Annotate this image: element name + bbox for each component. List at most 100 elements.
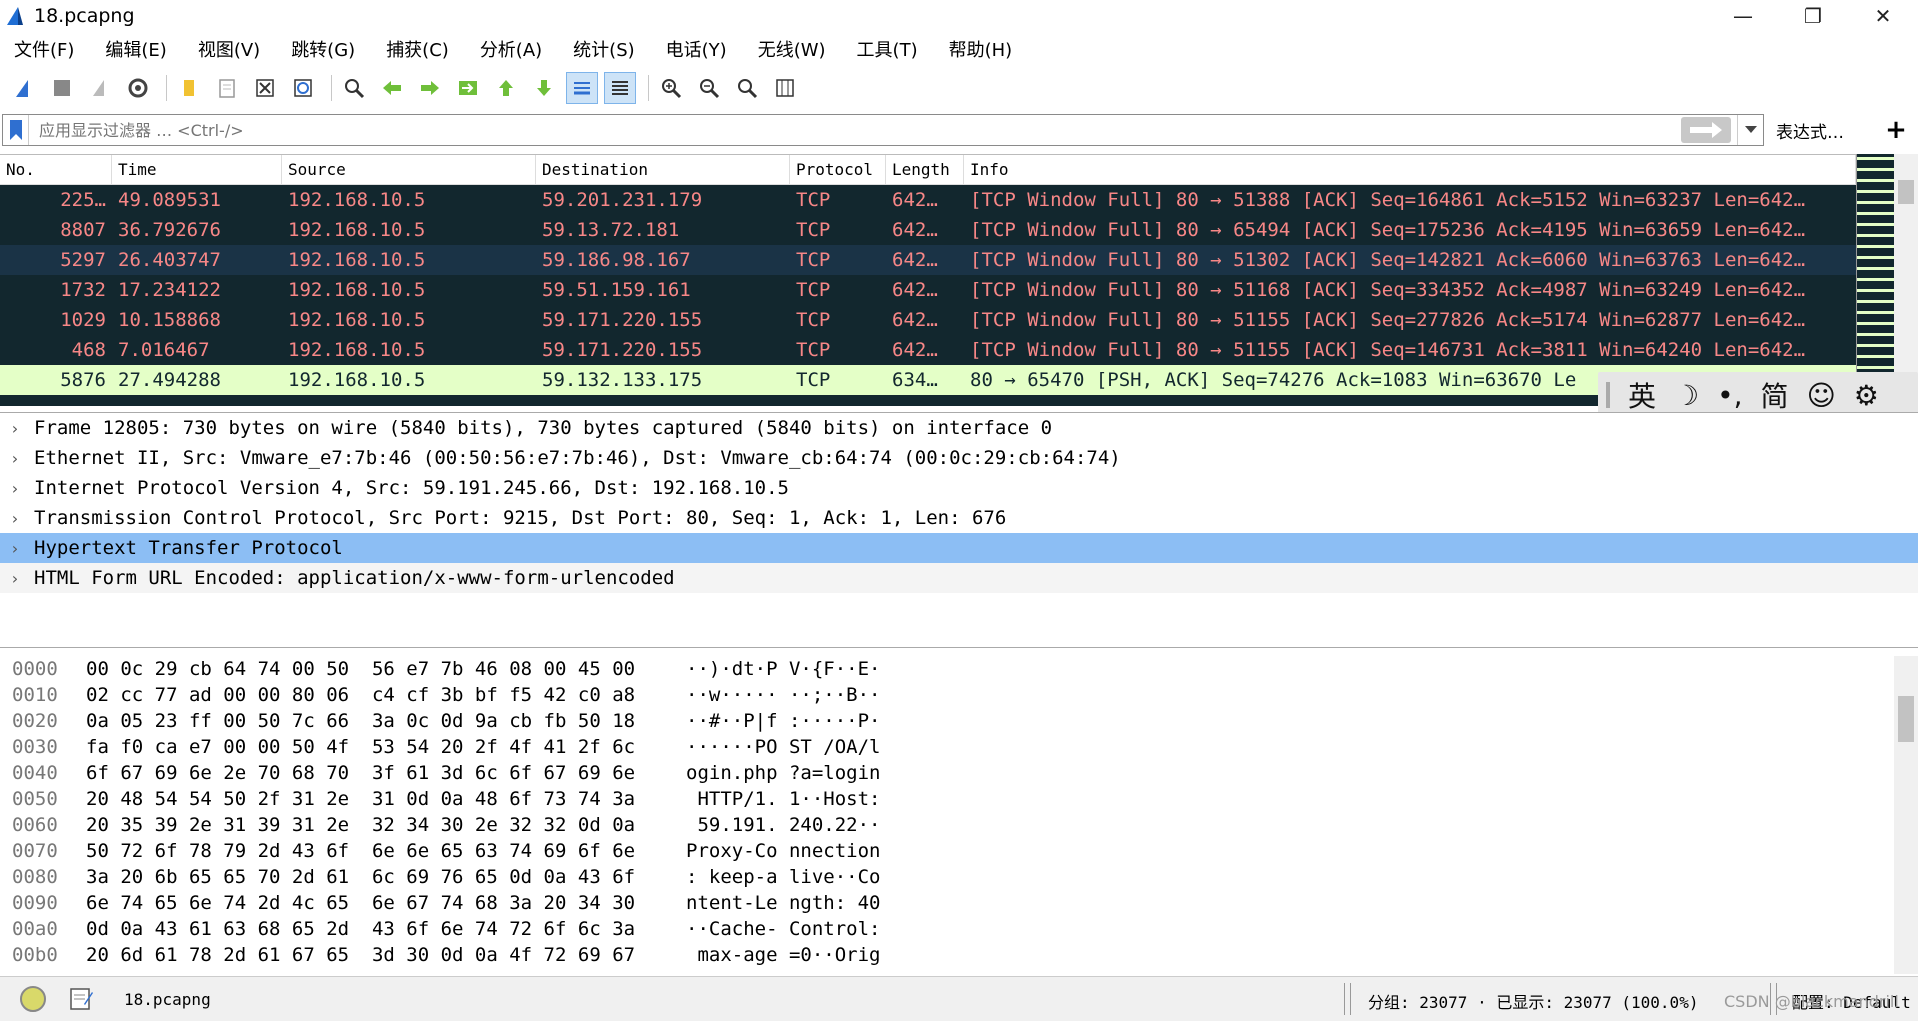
menu-item-4[interactable]: 捕获(C) <box>386 36 449 62</box>
expand-chevron-icon[interactable]: › <box>10 419 34 438</box>
stop-capture-button[interactable] <box>46 72 78 104</box>
packet-row[interactable]: 5876 27.494288 192.168.10.5 59.132.133.175 T… <box>0 365 1856 395</box>
hex-row[interactable]: 0020 0a 05 23 ff 00 50 7c 66 3a 0c 0d 9a … <box>0 708 1894 734</box>
colorize-button[interactable] <box>604 72 636 104</box>
bytes-pane-scrollbar[interactable] <box>1894 656 1918 974</box>
menu-item-9[interactable]: 工具(T) <box>857 36 918 62</box>
packet-row[interactable]: 468 7.016467 192.168.10.5 59.171.220.155 TCP… <box>0 335 1856 365</box>
partial-packet-row[interactable] <box>0 395 1856 406</box>
menu-item-8[interactable]: 无线(W) <box>758 36 826 62</box>
menu-item-2[interactable]: 视图(V) <box>198 36 260 62</box>
menu-item-7[interactable]: 电话(Y) <box>666 36 727 62</box>
go-forward-button[interactable] <box>414 72 446 104</box>
hex-row[interactable]: 0070 50 72 6f 78 79 2d 43 6f 6e 6e 65 63 … <box>0 838 1894 864</box>
col-header-protocol[interactable]: Protocol <box>790 155 886 185</box>
resize-columns-button[interactable] <box>769 72 801 104</box>
detail-tree-item[interactable]: › HTML Form URL Encoded: application/x-ww… <box>0 563 1918 593</box>
scrollbar-thumb[interactable] <box>1898 180 1914 204</box>
first-packet-button[interactable] <box>490 72 522 104</box>
expand-chevron-icon[interactable]: › <box>10 479 34 498</box>
restart-capture-button[interactable] <box>84 72 116 104</box>
ime-grip-handle[interactable] <box>1606 382 1610 408</box>
capture-comment-icon[interactable] <box>68 986 94 1012</box>
punctuation-icon[interactable]: •, <box>1717 379 1742 412</box>
col-header-length[interactable]: Length <box>886 155 964 185</box>
col-header-info[interactable]: Info <box>964 155 1856 185</box>
detail-tree-item[interactable]: › Transmission Control Protocol, Src Port… <box>0 503 1918 533</box>
col-header-source[interactable]: Source <box>282 155 536 185</box>
capture-options-button[interactable] <box>122 72 154 104</box>
reload-file-button[interactable] <box>287 72 319 104</box>
ime-settings-gear-icon[interactable]: ⚙ <box>1854 379 1879 412</box>
detail-tree-item[interactable]: › Hypertext Transfer Protocol <box>0 533 1918 563</box>
menu-item-3[interactable]: 跳转(G) <box>291 36 355 62</box>
menu-item-1[interactable]: 编辑(E) <box>105 36 166 62</box>
menu-item-6[interactable]: 统计(S) <box>573 36 634 62</box>
hex-row[interactable]: 0040 6f 67 69 6e 2e 70 68 70 3f 61 3d 6c … <box>0 760 1894 786</box>
packet-row[interactable]: 225… 49.089531 192.168.10.5 59.201.231.179 T… <box>0 185 1856 215</box>
expression-button[interactable]: 表达式… <box>1776 118 1844 143</box>
watermark-text: CSDN @blackmandrill <box>1724 992 1899 1011</box>
packet-list-scrollbar[interactable] <box>1894 154 1918 406</box>
filter-bookmark-button[interactable] <box>3 115 29 145</box>
last-packet-button[interactable] <box>528 72 560 104</box>
packet-cell-src: 192.168.10.5 <box>288 339 426 361</box>
normal-size-button[interactable] <box>731 72 763 104</box>
packet-cell-no: 468 <box>71 339 106 361</box>
col-header-time[interactable]: Time <box>112 155 282 185</box>
file-set-button[interactable] <box>211 72 243 104</box>
hex-bytes: 3a 20 6b 65 65 70 2d 61 6c 69 76 65 0d 0… <box>86 866 636 888</box>
expert-info-led-icon[interactable] <box>20 986 46 1012</box>
packet-row[interactable]: 1732 17.234122 192.168.10.5 59.51.159.161 TC… <box>0 275 1856 305</box>
zoom-in-button[interactable] <box>655 72 687 104</box>
menu-item-10[interactable]: 帮助(H) <box>949 36 1013 62</box>
expand-chevron-icon[interactable]: › <box>10 449 34 468</box>
hex-row[interactable]: 0050 20 48 54 54 50 2f 31 2e 31 0d 0a 48 … <box>0 786 1894 812</box>
hex-row[interactable]: 00a0 0d 0a 43 61 63 68 65 2d 43 6f 6e 74 … <box>0 916 1894 942</box>
ime-language-toggle[interactable]: 英 <box>1628 375 1656 415</box>
col-header-destination[interactable]: Destination <box>536 155 790 185</box>
ime-simplified-toggle[interactable]: 简 <box>1761 375 1789 415</box>
menu-item-0[interactable]: 文件(F) <box>14 36 74 62</box>
start-capture-button[interactable] <box>8 72 40 104</box>
autoscroll-button[interactable] <box>566 72 598 104</box>
moon-icon[interactable]: ☽ <box>1674 379 1699 412</box>
col-header-no[interactable]: No. <box>0 155 112 185</box>
detail-label: Frame 12805: 730 bytes on wire (5840 bit… <box>34 417 1053 439</box>
display-filter-input[interactable] <box>29 120 1681 140</box>
restore-button[interactable]: ❐ <box>1778 0 1848 32</box>
open-file-button[interactable] <box>173 72 205 104</box>
zoom-out-button[interactable] <box>693 72 725 104</box>
go-to-packet-button[interactable] <box>452 72 484 104</box>
packet-row[interactable]: 8807 36.792676 192.168.10.5 59.13.72.181 TCP… <box>0 215 1856 245</box>
close-button[interactable]: ✕ <box>1848 0 1918 32</box>
expand-chevron-icon[interactable]: › <box>10 539 34 558</box>
emoji-icon[interactable]: ☺ <box>1807 379 1836 412</box>
minimize-button[interactable]: — <box>1708 0 1778 32</box>
packet-cell-dst: 59.171.220.155 <box>542 309 703 331</box>
hex-row[interactable]: 0000 00 0c 29 cb 64 74 00 50 56 e7 7b 46 … <box>0 656 1894 682</box>
hex-row[interactable]: 0080 3a 20 6b 65 65 70 2d 61 6c 69 76 65 … <box>0 864 1894 890</box>
recent-filters-dropdown[interactable] <box>1737 115 1763 145</box>
hex-row[interactable]: 0030 fa f0 ca e7 00 00 50 4f 53 54 20 2f … <box>0 734 1894 760</box>
expand-chevron-icon[interactable]: › <box>10 569 34 588</box>
apply-filter-button[interactable] <box>1681 117 1731 143</box>
packet-row[interactable]: 1029 10.158868 192.168.10.5 59.171.220.155 T… <box>0 305 1856 335</box>
scrollbar-thumb[interactable] <box>1898 696 1914 742</box>
expand-chevron-icon[interactable]: › <box>10 509 34 528</box>
hex-row[interactable]: 0090 6e 74 65 6e 74 2d 4c 65 6e 67 74 68 … <box>0 890 1894 916</box>
hex-row[interactable]: 0010 02 cc 77 ad 00 00 80 06 c4 cf 3b bf … <box>0 682 1894 708</box>
detail-tree-item[interactable]: › Frame 12805: 730 bytes on wire (5840 bi… <box>0 413 1918 443</box>
add-filter-button[interactable]: + <box>1880 114 1912 146</box>
hex-row[interactable]: 00b0 20 6d 61 78 2d 61 67 65 3d 30 0d 0a … <box>0 942 1894 968</box>
close-file-button[interactable] <box>249 72 281 104</box>
find-packet-button[interactable] <box>338 72 370 104</box>
packet-minimap[interactable] <box>1856 154 1894 406</box>
detail-tree-item[interactable]: › Internet Protocol Version 4, Src: 59.19… <box>0 473 1918 503</box>
hex-row[interactable]: 0060 20 35 39 2e 31 39 31 2e 32 34 30 2e … <box>0 812 1894 838</box>
packet-row[interactable]: 5297 26.403747 192.168.10.5 59.186.98.167 TC… <box>0 245 1856 275</box>
packet-cell-info: [TCP Window Full] 80 → 65494 [ACK] Seq=1… <box>970 219 1806 241</box>
menu-item-5[interactable]: 分析(A) <box>480 36 542 62</box>
go-back-button[interactable] <box>376 72 408 104</box>
detail-tree-item[interactable]: › Ethernet II, Src: Vmware_e7:7b:46 (00:5… <box>0 443 1918 473</box>
